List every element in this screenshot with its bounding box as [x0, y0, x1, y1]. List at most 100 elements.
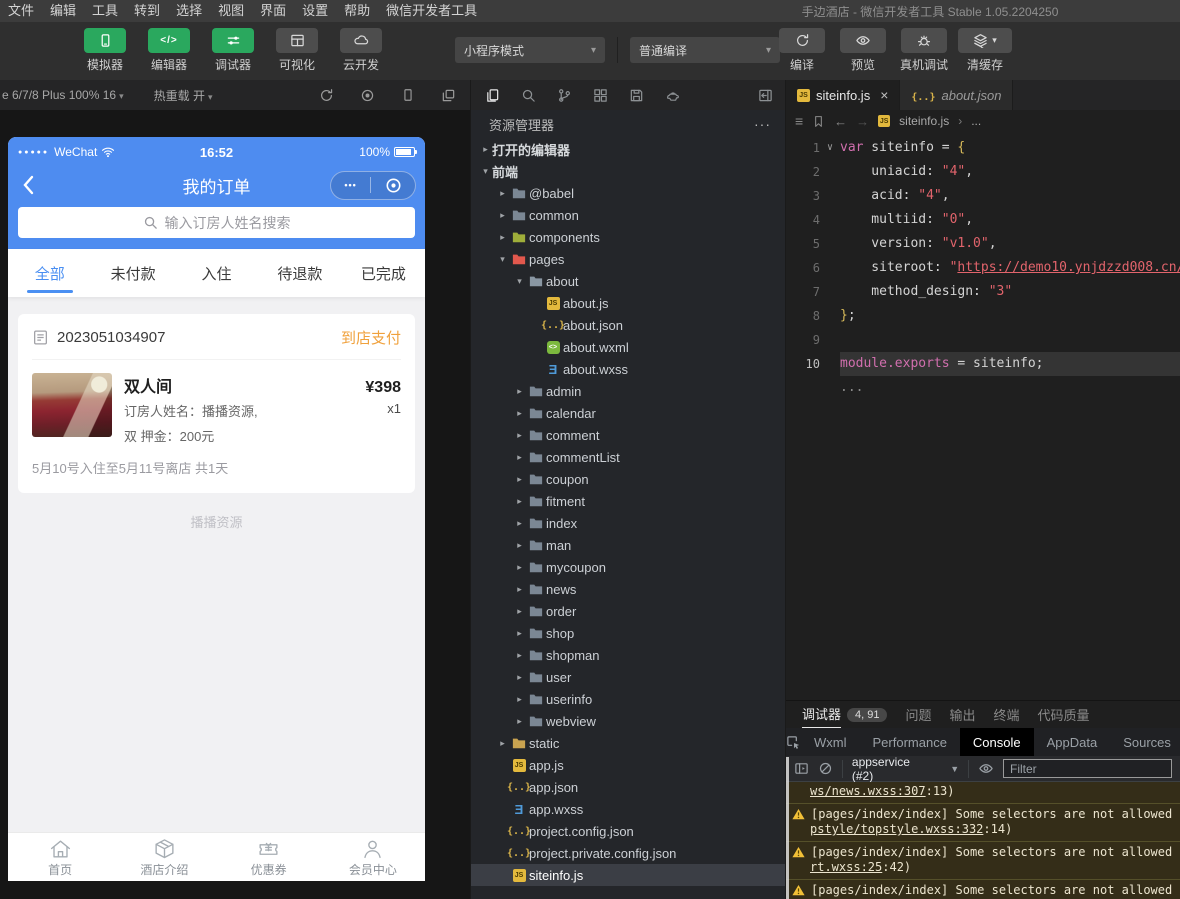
capsule-close-icon[interactable]	[385, 177, 402, 194]
tree-item-about[interactable]: ▾about	[471, 270, 785, 292]
tree-item-fitment[interactable]: ▸fitment	[471, 490, 785, 512]
explorer-more-button[interactable]: ···	[754, 116, 771, 132]
code-line-ellipsis[interactable]: ...	[786, 376, 1180, 400]
tree-item-common[interactable]: ▸common	[471, 204, 785, 226]
expand-panel-icon[interactable]	[794, 761, 809, 776]
tree-section-0[interactable]: ▸打开的编辑器	[471, 138, 785, 160]
source-link[interactable]: rt.wxss:25	[810, 860, 882, 874]
code-line-7[interactable]: 7 method_design: "3"	[786, 280, 1180, 304]
tree-item-news[interactable]: ▸news	[471, 578, 785, 600]
tree-item-app-json[interactable]: {..}app.json	[471, 776, 785, 798]
scrollbar[interactable]	[786, 757, 789, 899]
devtools-tab-performance[interactable]: Performance	[860, 728, 960, 756]
tree-item-man[interactable]: ▸man	[471, 534, 785, 556]
close-icon[interactable]: ×	[880, 87, 888, 103]
breadcrumb-tail[interactable]: ...	[971, 114, 981, 128]
tabbar-item-1[interactable]: 酒店介绍	[112, 833, 216, 881]
tree-item-userinfo[interactable]: ▸userinfo	[471, 688, 785, 710]
tree-item-about-js[interactable]: JSabout.js	[471, 292, 785, 314]
devtools-tab-wxml[interactable]: Wxml	[801, 728, 860, 756]
menu-icon[interactable]: ≡	[795, 113, 803, 129]
tree-item-about-wxml[interactable]: <>about.wxml	[471, 336, 785, 358]
tree-item-shopman[interactable]: ▸shopman	[471, 644, 785, 666]
toolbar-button-1[interactable]: </>编辑器	[142, 28, 196, 73]
code-line-2[interactable]: 2 uniacid: "4",	[786, 160, 1180, 184]
menu-item-6[interactable]: 界面	[252, 0, 294, 22]
compile-mode-select[interactable]: 普通编译 ▾	[630, 37, 780, 63]
inspect-element-icon[interactable]	[786, 735, 801, 750]
code-line-8[interactable]: 8};	[786, 304, 1180, 328]
toolbar-button-2[interactable]: 真机调试	[897, 28, 951, 73]
menu-item-7[interactable]: 设置	[294, 0, 336, 22]
devtools-tab-appdata[interactable]: AppData	[1034, 728, 1111, 756]
nav-back-icon[interactable]: ←	[834, 114, 847, 129]
menu-item-3[interactable]: 转到	[126, 0, 168, 22]
tree-item-about-wxss[interactable]: Ǝabout.wxss	[471, 358, 785, 380]
tree-item-coupon[interactable]: ▸coupon	[471, 468, 785, 490]
tree-item-components[interactable]: ▸components	[471, 226, 785, 248]
console-filter-input[interactable]	[1003, 759, 1172, 778]
mode-select[interactable]: 小程序模式 ▾	[455, 37, 605, 63]
menu-item-9[interactable]: 微信开发者工具	[378, 0, 485, 22]
code-line-4[interactable]: 4 multiid: "0",	[786, 208, 1180, 232]
teapot-icon[interactable]	[665, 88, 681, 103]
tree-item-about-json[interactable]: {..}about.json	[471, 314, 785, 336]
code-line-1[interactable]: 1∨var siteinfo = {	[786, 136, 1180, 160]
tree-item-comment[interactable]: ▸comment	[471, 424, 785, 446]
debugger-tab-3[interactable]: 终端	[994, 705, 1020, 724]
tree-item-user[interactable]: ▸user	[471, 666, 785, 688]
tree-item-static[interactable]: ▸static	[471, 732, 785, 754]
tree-item-siteinfo-js[interactable]: JSsiteinfo.js	[471, 864, 785, 886]
source-link[interactable]: ws/news.wxss:307	[810, 784, 926, 798]
tree-item-babel[interactable]: ▸@babel	[471, 182, 785, 204]
devtools-tab-console[interactable]: Console	[960, 728, 1034, 756]
tree-item-app-js[interactable]: JSapp.js	[471, 754, 785, 776]
toolbar-button-1[interactable]: 预览	[836, 28, 890, 73]
devtools-tab-sources[interactable]: Sources	[1110, 728, 1180, 756]
tree-item-calendar[interactable]: ▸calendar	[471, 402, 785, 424]
tree-item-project-config-json[interactable]: {..}project.config.json	[471, 820, 785, 842]
tabbar-item-0[interactable]: 首页	[8, 833, 112, 881]
menu-item-0[interactable]: 文件	[0, 0, 42, 22]
device-select[interactable]: e 6/7/8 Plus 100% 16▾	[2, 88, 124, 102]
tree-section-1[interactable]: ▾前端	[471, 160, 785, 182]
clear-console-icon[interactable]	[818, 761, 833, 776]
toolbar-button-0[interactable]: 编译	[775, 28, 829, 73]
order-tab-4[interactable]: 已完成	[342, 249, 425, 297]
save-icon[interactable]	[629, 88, 644, 103]
console-warning-3[interactable]: [pages/index/index] Some selectors are n…	[786, 880, 1180, 899]
git-branch-icon[interactable]	[557, 88, 572, 103]
toolbar-button-4[interactable]: 云开发	[334, 28, 388, 73]
debugger-tab-1[interactable]: 问题	[905, 705, 931, 724]
editor-tab-about-json[interactable]: {..}about.json	[900, 80, 1013, 110]
refresh-icon[interactable]	[319, 88, 334, 103]
console-warning-1[interactable]: [pages/index/index] Some selectors are n…	[786, 804, 1180, 842]
order-tab-3[interactable]: 待退款	[258, 249, 341, 297]
toolbar-button-3[interactable]: ▾清缓存	[958, 28, 1012, 73]
code-line-6[interactable]: 6 siteroot: "https://demo10.ynjdzzd008.c…	[786, 256, 1180, 280]
more-dots-icon[interactable]: •••	[344, 180, 356, 190]
search-icon[interactable]	[521, 88, 536, 103]
context-select[interactable]: appservice (#2)▼	[852, 755, 959, 783]
menu-item-5[interactable]: 视图	[210, 0, 252, 22]
order-tab-0[interactable]: 全部	[8, 249, 91, 297]
toolbar-button-3[interactable]: 可视化	[270, 28, 324, 73]
files-icon[interactable]	[485, 88, 500, 103]
order-card[interactable]: 2023051034907 到店支付 双人间 ¥398	[18, 314, 415, 493]
order-tab-1[interactable]: 未付款	[91, 249, 174, 297]
console-warning-0[interactable]: ws/news.wxss:307:13)	[786, 782, 1180, 804]
tree-item-order[interactable]: ▸order	[471, 600, 785, 622]
debugger-tab-4[interactable]: 代码质量	[1038, 705, 1090, 724]
debugger-tab-0[interactable]: 调试器4, 91	[802, 701, 887, 729]
tree-item-app-wxss[interactable]: Ǝapp.wxss	[471, 798, 785, 820]
tree-item-admin[interactable]: ▸admin	[471, 380, 785, 402]
editor-tab-siteinfo-js[interactable]: JSsiteinfo.js×	[786, 80, 900, 110]
tree-item-commentlist[interactable]: ▸commentList	[471, 446, 785, 468]
tabbar-item-2[interactable]: 优惠券	[217, 833, 321, 881]
menu-item-2[interactable]: 工具	[84, 0, 126, 22]
tree-item-shop[interactable]: ▸shop	[471, 622, 785, 644]
tree-item-project-private-config-json[interactable]: {..}project.private.config.json	[471, 842, 785, 864]
extensions-icon[interactable]	[593, 88, 608, 103]
tree-item-webview[interactable]: ▸webview	[471, 710, 785, 732]
tree-item-pages[interactable]: ▾pages	[471, 248, 785, 270]
